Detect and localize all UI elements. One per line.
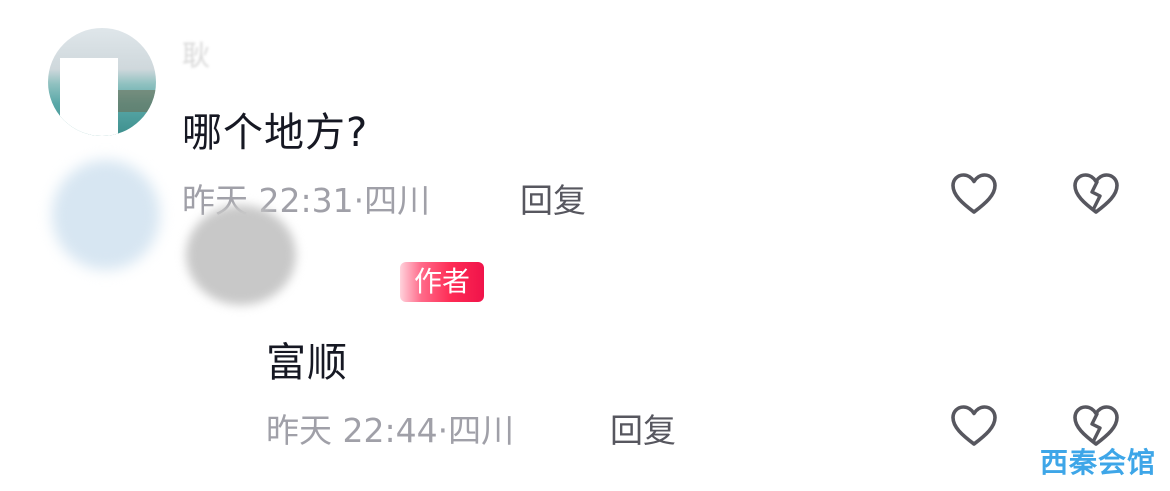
reply-button[interactable]: 回复: [610, 404, 676, 452]
comment-author-name[interactable]: 耿: [182, 34, 210, 74]
meta-separator: ·: [353, 181, 365, 220]
reply-button[interactable]: 回复: [520, 174, 586, 222]
comment-text: 哪个地方?: [182, 110, 369, 156]
meta-separator: ·: [437, 411, 449, 450]
heart-outline-icon[interactable]: [948, 170, 1000, 218]
comment-location: 四川: [364, 181, 431, 220]
heart-outline-icon[interactable]: [948, 402, 1000, 450]
reply-location: 四川: [448, 411, 515, 450]
avatar[interactable]: [186, 205, 296, 305]
broken-heart-icon[interactable]: [1070, 170, 1122, 218]
reply-meta: 昨天 22:44·四川: [266, 404, 514, 452]
author-badge: 作者: [400, 262, 484, 302]
reply-text: 富顺: [266, 340, 348, 386]
watermark: 西秦会馆: [1039, 446, 1156, 479]
blurred-area: [52, 160, 160, 270]
avatar[interactable]: [48, 28, 156, 136]
reply-time: 昨天 22:44: [266, 411, 438, 450]
